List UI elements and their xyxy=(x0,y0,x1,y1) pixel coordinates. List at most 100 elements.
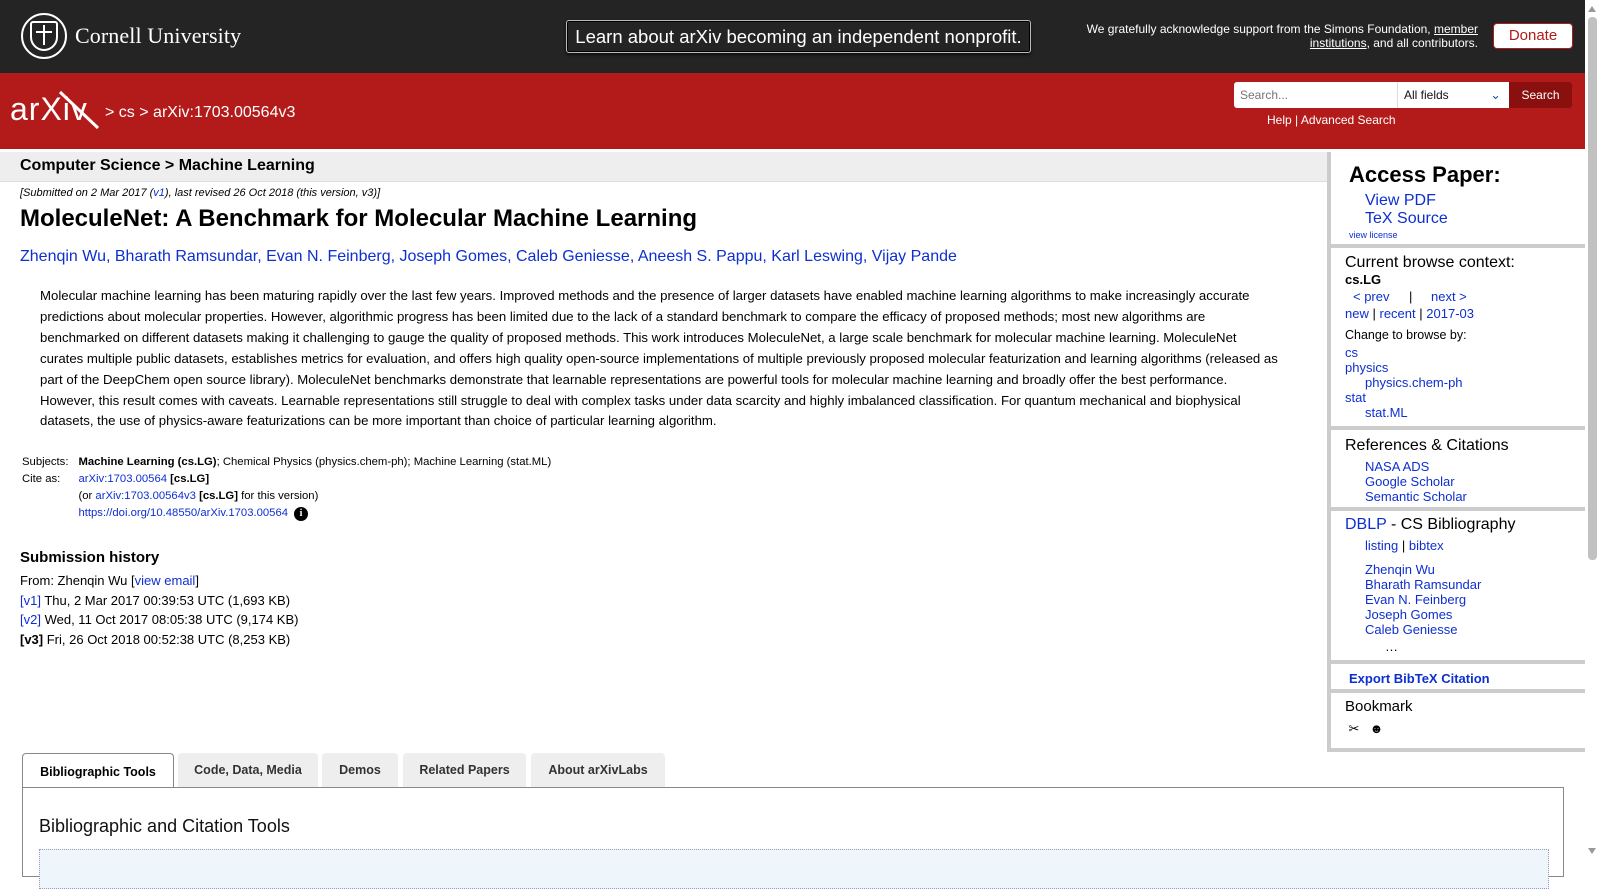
semantic-scholar-link[interactable]: Semantic Scholar xyxy=(1365,489,1467,504)
search-input[interactable] xyxy=(1234,82,1397,108)
recent-link[interactable]: recent xyxy=(1380,306,1416,321)
nav-separator: | xyxy=(1401,538,1406,553)
author-link[interactable]: Karl Leswing xyxy=(771,248,863,265)
cite-version-link[interactable]: arXiv:1703.00564v3 xyxy=(95,490,196,502)
support-acknowledgement: We gratefully acknowledge support from t… xyxy=(1060,22,1478,50)
bibsonomy-icon[interactable]: ✂ xyxy=(1345,721,1363,737)
member-link[interactable]: member xyxy=(1434,22,1478,36)
dblp-heading-text: - CS Bibliography xyxy=(1386,516,1516,533)
submitter-text-end: ] xyxy=(195,573,199,588)
nonprofit-announcement-button[interactable]: Learn about arXiv becoming an independen… xyxy=(566,20,1031,53)
subjects-value: Machine Learning (cs.LG); Chemical Physi… xyxy=(76,456,553,473)
breadcrumb-separator: > xyxy=(105,104,115,121)
browse-stat-ml-link[interactable]: stat.ML xyxy=(1365,405,1408,420)
tab-related-papers[interactable]: Related Papers xyxy=(403,753,526,787)
author-link[interactable]: Caleb Geniesse xyxy=(516,248,630,265)
sidebar-divider xyxy=(1331,748,1585,752)
panel-title: Bibliographic and Citation Tools xyxy=(39,816,290,836)
browse-context-heading: Current browse context: xyxy=(1345,254,1515,271)
change-browse-label: Change to browse by: xyxy=(1345,328,1467,342)
arxiv-logo[interactable]: arXiv xyxy=(10,90,102,130)
nav-separator: | xyxy=(1372,306,1376,321)
help-link[interactable]: Help xyxy=(1267,113,1292,127)
cite-version-value: (or arXiv:1703.00564v3 [cs.LG] for this … xyxy=(76,490,553,507)
author-link[interactable]: Joseph Gomes xyxy=(399,248,507,265)
institutions-link[interactable]: institutions xyxy=(1310,36,1367,50)
author-link[interactable]: Zhenqin Wu xyxy=(20,248,106,265)
version-details: Thu, 2 Mar 2017 00:39:53 UTC (1,693 KB) xyxy=(40,592,291,608)
view-email-link[interactable]: view email xyxy=(135,573,196,588)
breadcrumb-paper-id: arXiv:1703.00564v3 xyxy=(153,104,296,121)
chevron-down-icon: ⌄ xyxy=(1490,87,1501,102)
cornell-name: Cornell University xyxy=(75,23,242,48)
version-details: Wed, 11 Oct 2017 08:05:38 UTC (9,174 KB) xyxy=(40,612,299,627)
cornell-logo[interactable]: Cornell University xyxy=(21,13,241,59)
search-button[interactable]: Search xyxy=(1509,82,1572,108)
donate-button[interactable]: Donate xyxy=(1493,23,1573,49)
doi-link[interactable]: https://doi.org/10.48550/arXiv.1703.0056… xyxy=(78,507,288,519)
sidebar-divider xyxy=(1331,660,1585,664)
scrollbar-thumb[interactable] xyxy=(1588,17,1597,560)
nasa-ads-link[interactable]: NASA ADS xyxy=(1365,459,1429,474)
export-bibtex-link[interactable]: Export BibTeX Citation xyxy=(1349,671,1490,686)
info-icon[interactable]: i xyxy=(294,507,309,521)
page-scrollbar[interactable] xyxy=(1585,0,1600,861)
prev-link[interactable]: < prev xyxy=(1353,289,1390,304)
dblp-links: listing | bibtex xyxy=(1365,538,1444,553)
dblp-link[interactable]: DBLP xyxy=(1345,516,1387,533)
dblp-bibtex-link[interactable]: bibtex xyxy=(1409,538,1444,553)
dblp-author-link[interactable]: Bharath Ramsundar xyxy=(1365,577,1481,592)
breadcrumb-cs[interactable]: cs xyxy=(119,104,135,121)
author-list: Zhenqin Wu, Bharath Ramsundar, Evan N. F… xyxy=(20,248,957,265)
dblp-author-link[interactable]: Zhenqin Wu xyxy=(1365,562,1435,577)
author-link[interactable]: Vijay Pande xyxy=(872,248,957,265)
author-link[interactable]: Bharath Ramsundar xyxy=(115,248,257,265)
tab-bibliographic-tools[interactable]: Bibliographic Tools xyxy=(22,753,174,788)
browse-cs-link[interactable]: cs xyxy=(1345,345,1358,360)
breadcrumb: > cs > arXiv:1703.00564v3 xyxy=(105,104,295,122)
top-banner: Cornell University Learn about arXiv bec… xyxy=(0,0,1600,73)
google-scholar-link[interactable]: Google Scholar xyxy=(1365,474,1455,489)
search-field-select[interactable]: All fields ⌄ xyxy=(1397,82,1509,108)
dblp-author-link[interactable]: Joseph Gomes xyxy=(1365,607,1452,622)
dblp-listing-link[interactable]: listing xyxy=(1365,538,1398,553)
view-license-link[interactable]: view license xyxy=(1349,230,1398,240)
bookmark-heading: Bookmark xyxy=(1345,698,1413,715)
scroll-down-arrow-icon[interactable] xyxy=(1588,848,1596,854)
tex-source-link[interactable]: TeX Source xyxy=(1365,210,1448,228)
browse-stat-link[interactable]: stat xyxy=(1345,390,1366,405)
cite-as-value: arXiv:1703.00564 [cs.LG] xyxy=(76,473,553,490)
view-pdf-link[interactable]: View PDF xyxy=(1365,192,1436,210)
author-link[interactable]: Evan N. Feinberg xyxy=(266,248,391,265)
panel-content-box xyxy=(39,849,1549,889)
tab-panel: Bibliographic and Citation Tools xyxy=(22,787,1564,889)
tab-demos[interactable]: Demos xyxy=(322,753,398,787)
browse-physics-chem-ph-link[interactable]: physics.chem-ph xyxy=(1365,375,1463,390)
advanced-search-link[interactable]: Advanced Search xyxy=(1301,113,1396,127)
cite-version-tag: [cs.LG] xyxy=(199,490,238,502)
cite-id-link[interactable]: arXiv:1703.00564 xyxy=(78,473,167,485)
reddit-icon[interactable]: ☻ xyxy=(1367,721,1385,737)
dblp-author-link[interactable]: Evan N. Feinberg xyxy=(1365,592,1466,607)
author-link[interactable]: Aneesh S. Pappu xyxy=(638,248,763,265)
dblp-author-link[interactable]: Caleb Geniesse xyxy=(1365,622,1458,637)
version-link-v1[interactable]: [v1] xyxy=(20,593,41,608)
subject-heading: Computer Science > Machine Learning xyxy=(20,157,315,174)
tab-about-arxivlabs[interactable]: About arXivLabs xyxy=(531,753,665,787)
new-link[interactable]: new xyxy=(1345,306,1369,321)
sidebar-divider xyxy=(1331,426,1585,430)
subject-header: Computer Science > Machine Learning xyxy=(0,152,1327,182)
sidebar-divider xyxy=(1331,507,1585,511)
next-link[interactable]: next > xyxy=(1431,289,1467,304)
browse-physics-link[interactable]: physics xyxy=(1345,360,1388,375)
tab-code-data-media[interactable]: Code, Data, Media xyxy=(178,753,318,787)
paper-title: MoleculeNet: A Benchmark for Molecular M… xyxy=(20,205,698,232)
extra-services-sidebar: Access Paper: View PDF TeX Source view l… xyxy=(1327,152,1585,752)
nav-separator: | xyxy=(1419,306,1423,321)
version-current-v3: [v3] xyxy=(20,631,44,647)
scroll-up-arrow-icon[interactable] xyxy=(1588,6,1596,12)
submitter-line: From: Zhenqin Wu [view email] xyxy=(20,571,298,591)
v1-link[interactable]: v1 xyxy=(153,187,165,199)
month-link[interactable]: 2017-03 xyxy=(1426,306,1474,321)
version-link-v2[interactable]: [v2] xyxy=(20,612,41,627)
